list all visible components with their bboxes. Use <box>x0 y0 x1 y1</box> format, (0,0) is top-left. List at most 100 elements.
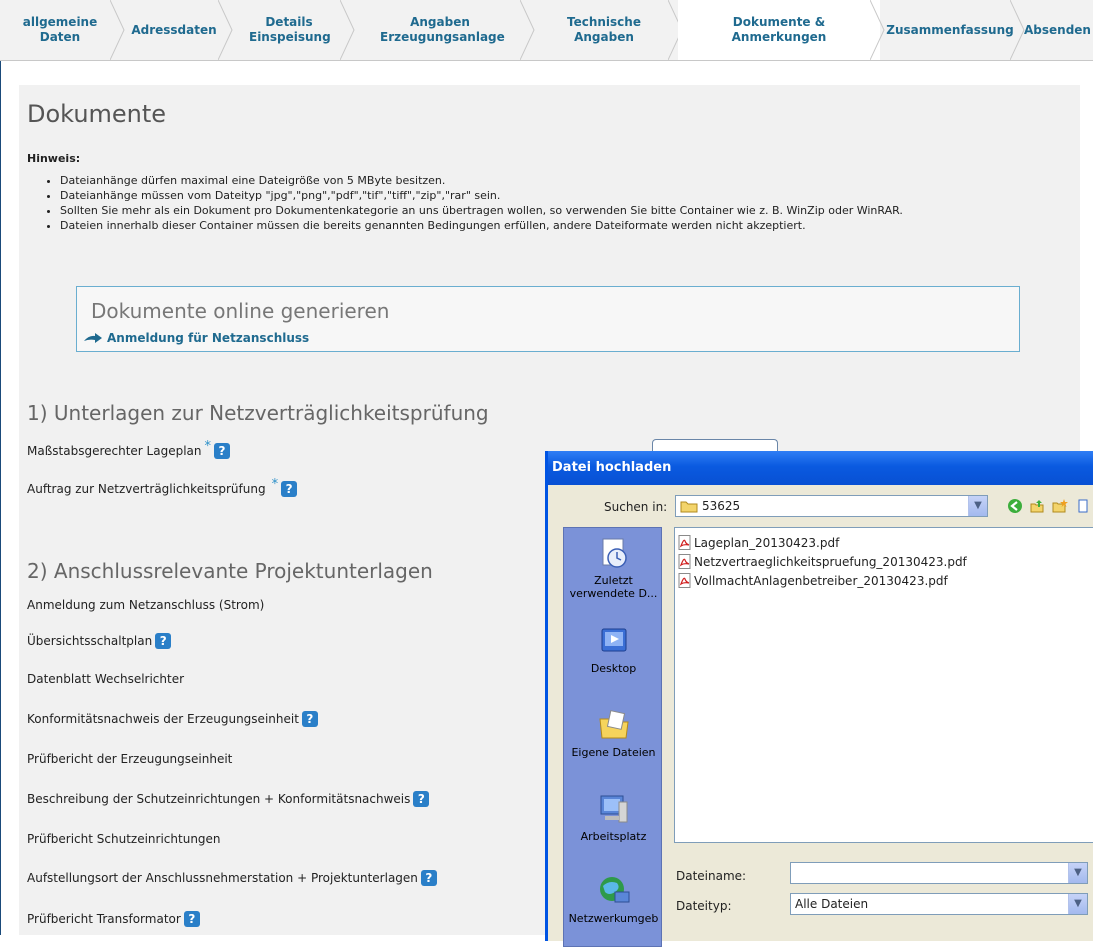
doc-row: Konformitätsnachweis der Erzeugungseinhe… <box>27 711 318 727</box>
step-label: Dokumente & Anmerkungen <box>731 15 827 44</box>
step-label: Angaben Erzeugungsanlage <box>380 15 505 44</box>
section1-title: 1) Unterlagen zur Netzverträglichkeitspr… <box>27 401 489 425</box>
new-folder-icon[interactable] <box>1051 497 1069 515</box>
filetype-value: Alle Dateien <box>795 897 869 911</box>
network-icon <box>599 877 629 903</box>
link-label: Anmeldung für Netzanschluss <box>107 331 310 345</box>
doc-row: Prüfbericht Schutzeinrichtungen <box>27 832 221 846</box>
file-item[interactable]: Lageplan_20130423.pdf <box>678 535 839 550</box>
arrow-icon <box>84 333 102 343</box>
step-label: Technische Angaben <box>567 15 641 44</box>
view-menu-icon[interactable] <box>1074 497 1092 515</box>
step-dokumente-anmerkungen[interactable]: Dokumente & Anmerkungen <box>678 0 885 60</box>
folder-icon <box>680 501 698 513</box>
anmeldung-netzanschluss-link[interactable]: Anmeldung für Netzanschluss <box>83 331 309 345</box>
place-recent[interactable]: Zuletzt verwendete D... <box>564 536 663 600</box>
desktop-icon <box>601 628 626 652</box>
rule-item: Dateianhänge müssen vom Dateityp "jpg","… <box>60 188 1090 203</box>
filename-input[interactable]: ▼ <box>790 862 1088 884</box>
back-icon[interactable] <box>1006 497 1024 515</box>
doc-row: Anmeldung zum Netzanschluss (Strom) <box>27 598 264 612</box>
doc-label: Prüfbericht Schutzeinrichtungen <box>27 832 221 846</box>
pdf-file-icon <box>678 535 691 550</box>
chevron-down-icon[interactable]: ▼ <box>1068 894 1087 914</box>
step-angaben-erzeugungsanlage[interactable]: Angaben Erzeugungsanlage <box>350 0 535 60</box>
file-upload-dialog: Datei hochladen Suchen in: 53625 ▼ Zulet… <box>545 451 1093 947</box>
help-icon[interactable]: ? <box>413 791 430 807</box>
place-my-documents[interactable]: Eigene Dateien <box>564 708 663 759</box>
lookin-value: 53625 <box>702 499 741 513</box>
pdf-file-icon <box>678 573 691 588</box>
doc-label: Datenblatt Wechselrichter <box>27 672 185 686</box>
place-desktop[interactable]: Desktop <box>564 624 663 675</box>
doc-label: Anmeldung zum Netzanschluss (Strom) <box>27 598 265 612</box>
dialog-title[interactable]: Datei hochladen <box>548 451 1093 485</box>
help-icon[interactable]: ? <box>281 481 298 497</box>
up-folder-icon[interactable] <box>1028 497 1046 515</box>
online-documents-box: Dokumente online generieren Anmeldung fü… <box>76 286 1020 352</box>
my-computer-icon <box>600 795 627 823</box>
step-allgemeine-daten[interactable]: allgemeine Daten <box>0 0 125 60</box>
step-absenden[interactable]: Absenden <box>1020 0 1093 60</box>
my-documents-icon <box>598 710 629 739</box>
lookin-label: Suchen in: <box>604 500 668 514</box>
doc-row-auftrag: Auftrag zur Netzverträglichkeitsprüfung … <box>27 477 298 497</box>
help-icon[interactable]: ? <box>420 870 437 886</box>
place-label: Zuletzt verwendete D... <box>569 574 658 600</box>
step-zusammenfassung[interactable]: Zusammenfassung <box>880 0 1025 60</box>
file-item[interactable]: VollmachtAnlagenbetreiber_20130423.pdf <box>678 573 948 588</box>
step-adressdaten[interactable]: Adressdaten <box>120 0 233 60</box>
filetype-select[interactable]: Alle Dateien ▼ <box>790 893 1088 915</box>
required-marker: * <box>271 476 279 492</box>
step-label: Zusammenfassung <box>886 22 1014 37</box>
online-box-title: Dokumente online generieren <box>91 299 390 323</box>
help-icon[interactable]: ? <box>155 633 172 649</box>
doc-row: Beschreibung der Schutzeinrichtungen + K… <box>27 791 430 807</box>
rules-list: Dateianhänge dürfen maximal eine Dateigr… <box>40 173 1090 233</box>
lookin-select[interactable]: 53625 ▼ <box>675 495 988 517</box>
pdf-file-icon <box>678 554 691 569</box>
rule-item: Dateien innerhalb dieser Container müsse… <box>60 218 1090 233</box>
place-label: Netzwerkumgeb <box>568 912 659 925</box>
place-network[interactable]: Netzwerkumgeb <box>564 874 663 925</box>
step-details-einspeisung[interactable]: Details Einspeisung <box>228 0 355 60</box>
doc-label: Beschreibung der Schutzeinrichtungen + K… <box>27 792 411 806</box>
doc-label: Übersichtsschaltplan <box>27 634 153 648</box>
page-title: Dokumente <box>27 100 167 128</box>
file-list[interactable]: Lageplan_20130423.pdf Netzvertraeglichke… <box>674 527 1093 843</box>
required-marker: * <box>204 438 212 454</box>
rule-item: Sollten Sie mehr als ein Dokument pro Do… <box>60 203 1090 218</box>
file-name: VollmachtAnlagenbetreiber_20130423.pdf <box>694 573 948 588</box>
filename-label: Dateiname: <box>676 869 747 883</box>
place-label: Arbeitsplatz <box>580 830 647 843</box>
step-label: Adressdaten <box>131 22 217 37</box>
place-label: Eigene Dateien <box>571 746 656 759</box>
places-bar: Zuletzt verwendete D... Desktop Eigene D… <box>563 527 662 947</box>
chevron-down-icon[interactable]: ▼ <box>968 496 987 516</box>
file-item[interactable]: Netzvertraeglichkeitspruefung_20130423.p… <box>678 554 967 569</box>
doc-row: Prüfbericht der Erzeugungseinheit <box>27 752 232 766</box>
doc-label: Prüfbericht Transformator <box>27 912 181 926</box>
hinweis-label: Hinweis: <box>27 152 81 165</box>
section2-title: 2) Anschlussrelevante Projektunterlagen <box>27 559 433 583</box>
doc-row: Datenblatt Wechselrichter <box>27 672 184 686</box>
rule-item: Dateianhänge dürfen maximal eine Dateigr… <box>60 173 1090 188</box>
doc-row: Übersichtsschaltplan ? <box>27 633 172 649</box>
place-label: Desktop <box>590 662 637 675</box>
file-name: Netzvertraeglichkeitspruefung_20130423.p… <box>694 554 967 569</box>
page-left-border <box>0 0 1 935</box>
help-icon[interactable]: ? <box>183 911 200 927</box>
doc-label: Aufstellungsort der Anschlussnehmerstati… <box>27 871 418 885</box>
help-icon[interactable]: ? <box>301 711 318 727</box>
doc-label: Auftrag zur Netzverträglichkeitsprüfung <box>27 482 266 496</box>
doc-label: Maßstabsgerechter Lageplan <box>27 444 202 458</box>
doc-label: Konformitätsnachweis der Erzeugungseinhe… <box>27 712 299 726</box>
help-icon[interactable]: ? <box>214 443 230 459</box>
chevron-down-icon[interactable]: ▼ <box>1068 863 1087 883</box>
step-label: Details Einspeisung <box>249 15 331 44</box>
recent-icon <box>602 538 627 568</box>
step-technische-angaben[interactable]: Technische Angaben <box>530 0 683 60</box>
filetype-label: Dateityp: <box>676 899 732 913</box>
place-my-computer[interactable]: Arbeitsplatz <box>564 792 663 843</box>
step-label: Absenden <box>1024 22 1091 37</box>
